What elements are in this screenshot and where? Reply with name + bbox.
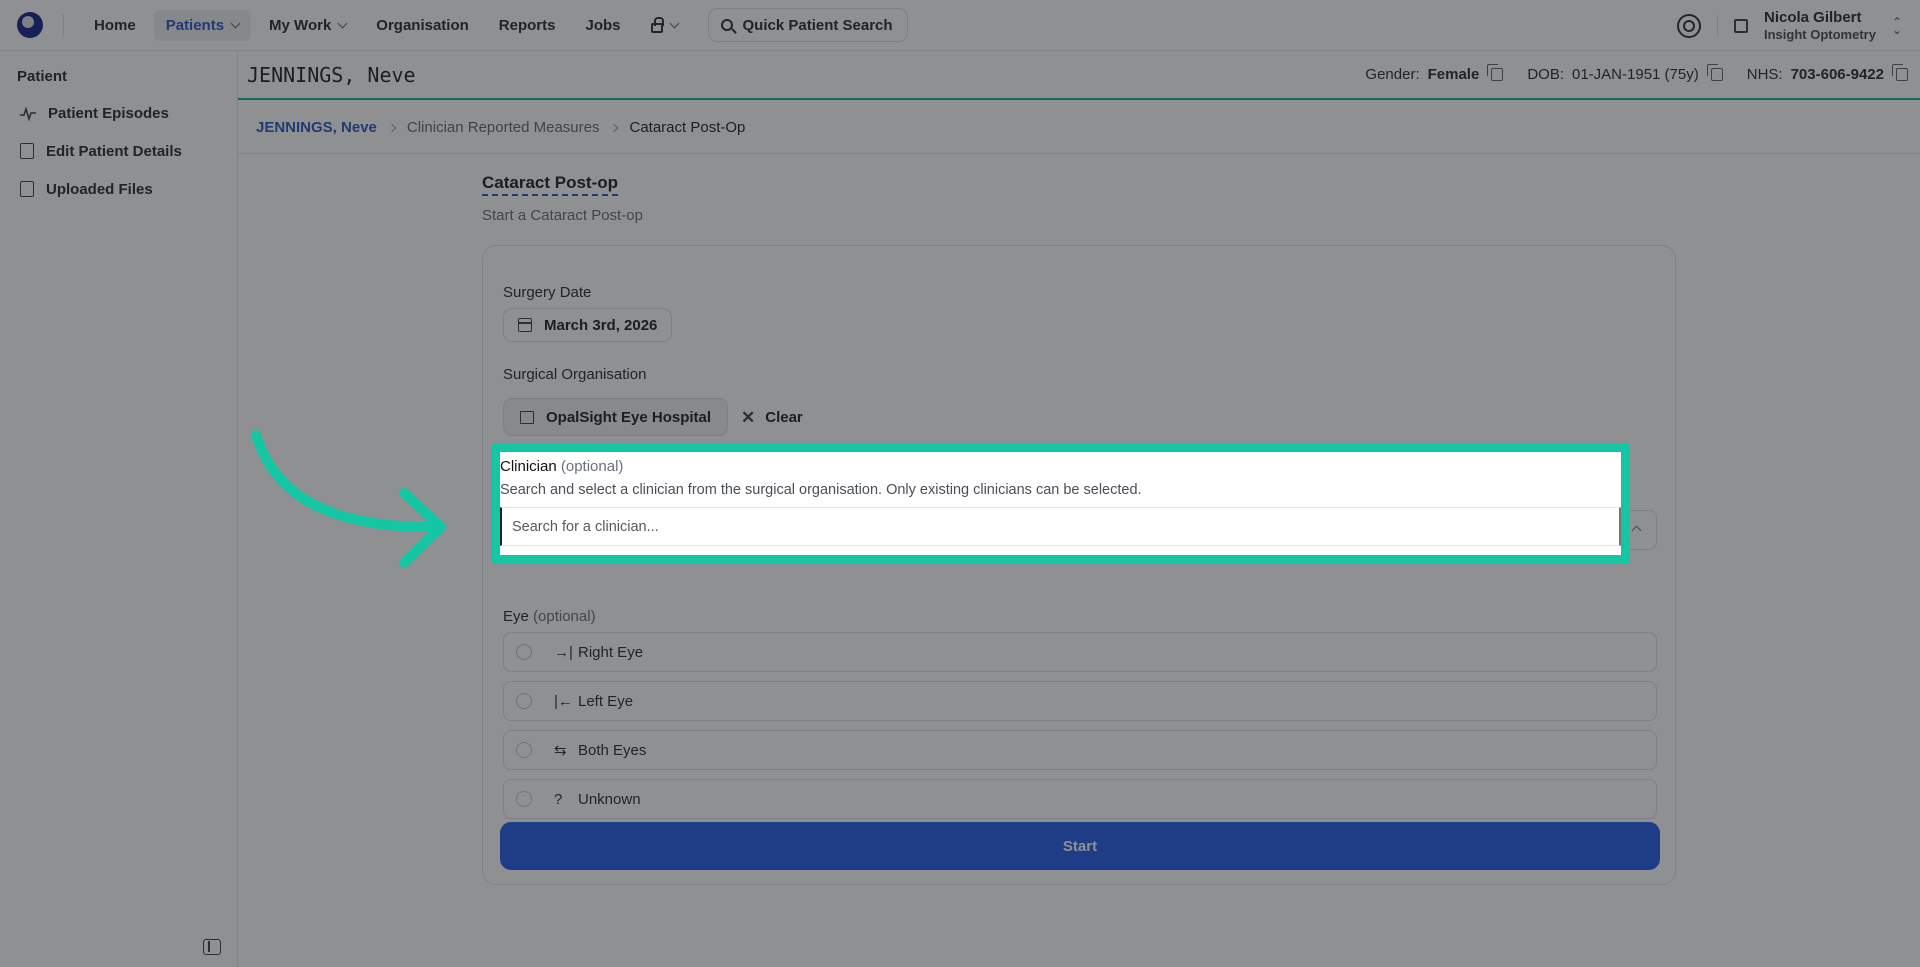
clinician-search-input[interactable] [500, 507, 1621, 546]
clinician-description: Search and select a clinician from the s… [500, 482, 1142, 498]
clinician-label-text: Clinician [500, 458, 557, 475]
clinician-label: Clinician (optional) [500, 458, 623, 475]
tutorial-arrow-icon [251, 430, 446, 568]
clinician-optional-text: (optional) [560, 458, 624, 475]
clinician-field-highlight: Clinician (optional) Search and select a… [491, 443, 1630, 564]
